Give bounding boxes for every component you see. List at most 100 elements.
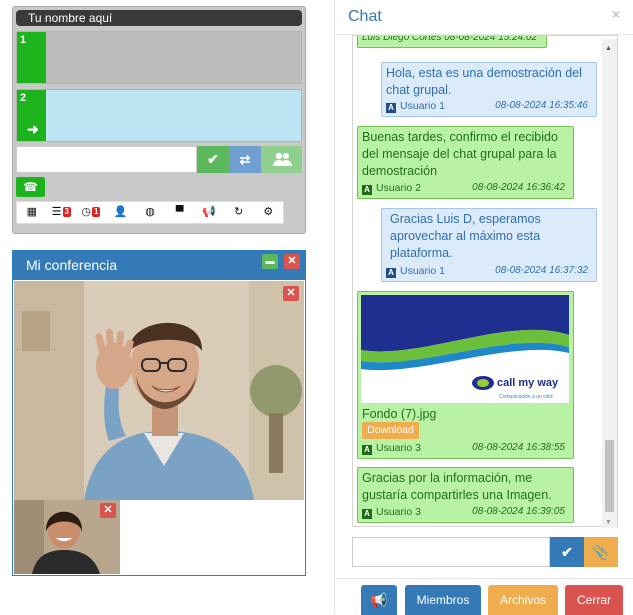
user-letter-icon: A [386,268,396,278]
missed-calls-badge: 1 [91,207,101,218]
attach-button[interactable]: 📎 [584,537,618,567]
chat-message-input[interactable] [352,537,550,567]
close-chat-icon[interactable]: × [612,6,620,22]
transfer-icon: ⇄ [239,152,251,167]
user-letter-icon: A [386,103,396,113]
close-icon: ✕ [103,504,113,516]
scroll-down-icon[interactable]: ▼ [605,519,612,526]
call-line-2[interactable]: 2 ➜ [16,89,302,142]
scroll-thumb[interactable] [605,440,614,512]
user-letter-icon: A [362,509,372,519]
attachment-logo-tagline: Comunicación a un click [499,394,553,400]
dial-row: ✔ ⇄ [16,146,302,173]
chat-message: Hola, esta es una demostración del chat … [381,62,597,117]
refresh-icon: ↻ [234,206,244,218]
chat-scrollbar[interactable]: ▲ ▼ [602,39,617,528]
bullhorn-icon: 📢 [370,592,388,608]
chat-message: Luis Diego Cortés 08-08-2024 15:24:02 [357,35,547,48]
conference-button[interactable] [261,146,302,173]
conference-header: Mi conferencia ▬ ✕ [13,251,305,280]
attachment-filename: Fondo (7).jpg [362,407,437,421]
close-button[interactable]: Cerrar [565,585,623,615]
softphone-toolbar: ▦ ☰ 3 ◷ 1 👤 ◍ ▀ 📢 ↻ ⚙ [16,201,284,224]
dialpad-button[interactable]: ▦ [17,202,47,223]
check-icon: ✔ [207,151,219,167]
clock-icon: ◷ [81,206,91,218]
conference-panel: Mi conferencia ▬ ✕ ✕ ✕ [12,250,306,576]
message-user: Usuario 2 [376,182,421,194]
call-button[interactable]: ✔ [197,146,229,173]
chat-message: Gracias Luis D, esperamos aprovechar al … [381,208,597,282]
message-text: Buenas tardes, confirmo el recibido del … [362,130,558,178]
gear-icon: ⚙ [263,206,274,218]
voicemail-badge: 3 [62,207,71,218]
chat-panel: Chat × Luis Diego Cortés 08-08-2024 15:2… [334,0,633,615]
message-meta: Luis Diego Cortés 08-08-2024 15:24:02 [362,35,538,43]
main-video: ✕ [14,281,304,500]
close-conference-button[interactable]: ✕ [284,254,300,269]
download-button[interactable]: Download [362,422,419,439]
divider [335,578,633,579]
announce-chat-button[interactable]: 📢 [361,585,397,615]
web-button[interactable]: ◍ [135,202,165,223]
line-number: 2 ➜ [17,90,46,141]
user-icon: 👤 [113,206,128,218]
transfer-button[interactable]: ⇄ [229,146,261,173]
window-icon: ▬ [265,256,275,266]
user-letter-icon: A [362,185,372,195]
message-meta: A Usuario 1 08-08-2024 16:37:32 [386,264,592,278]
arrow-right-icon: ➜ [27,121,39,137]
message-user: Usuario 1 [400,100,445,112]
chat-messages[interactable]: Luis Diego Cortés 08-08-2024 15:24:02 Ho… [352,35,618,527]
message-user: Usuario 3 [376,506,421,518]
close-video-button[interactable]: ✕ [283,286,299,301]
message-meta: A Usuario 1 08-08-2024 16:35:46 [386,99,592,113]
line-number: 1 [17,32,46,83]
members-button[interactable]: Miembros [405,585,481,615]
message-text: Gracias Luis D, esperamos aprovechar al … [390,212,541,260]
message-time: 08-08-2024 16:39:05 [472,506,565,517]
close-icon: ✕ [286,287,296,299]
self-video: ✕ [14,500,120,574]
dial-input[interactable] [16,146,197,173]
comment-icon: ▀ [175,206,184,218]
chat-button[interactable]: ▀ [165,202,195,223]
voicemail-button[interactable]: ☰ 3 [47,202,77,223]
list-icon: ☰ [51,206,62,218]
softphone-panel: Tu nombre aquí 1 2 ➜ ✔ ⇄ ☎ ▦ ☰3 ◷1 👤 ◍ [12,6,306,234]
minimize-button[interactable]: ▬ [262,254,278,269]
phone-icon: ☎ [23,180,38,194]
check-icon: ✔ [561,544,573,560]
contacts-button[interactable]: 👤 [106,202,136,223]
call-line-1[interactable]: 1 [16,31,302,84]
grid-icon: ▦ [26,206,37,218]
message-text: Hola, esta es una demostración del chat … [386,66,582,97]
message-meta: A Usuario 2 08-08-2024 16:36:42 [362,181,569,195]
message-user: Usuario 3 [376,442,421,454]
participant-video-image [14,281,304,500]
refresh-button[interactable]: ↻ [224,202,254,223]
users-icon [272,152,292,166]
conference-title: Mi conferencia [26,257,118,273]
send-button[interactable]: ✔ [550,537,584,567]
close-self-video-button[interactable]: ✕ [100,503,116,518]
close-icon: ✕ [287,255,297,267]
phone-button[interactable]: ☎ [16,177,45,197]
files-button[interactable]: Archivos [488,585,558,615]
message-user: Usuario 1 [400,265,445,277]
message-meta: A Usuario 3 08-08-2024 16:38:55 [362,441,569,455]
name-field[interactable]: Tu nombre aquí [16,10,302,26]
chat-message-attachment: call my way Comunicación a un click Fond… [357,291,574,459]
message-text: Gracias por la información, me gustaría … [362,471,552,502]
paperclip-icon: 📎 [592,544,610,560]
scroll-up-icon[interactable]: ▲ [605,45,612,52]
attachment-image[interactable]: call my way Comunicación a un click [361,295,569,403]
message-time: 08-08-2024 16:35:46 [495,100,588,111]
chat-message: Gracias por la información, me gustaría … [357,467,574,523]
chat-title: Chat [348,8,382,25]
globe-icon: ◍ [145,206,155,218]
message-time: 08-08-2024 16:38:55 [472,442,565,453]
settings-button[interactable]: ⚙ [254,202,284,223]
announce-button[interactable]: 📢 [194,202,224,223]
history-button[interactable]: ◷ 1 [76,202,106,223]
